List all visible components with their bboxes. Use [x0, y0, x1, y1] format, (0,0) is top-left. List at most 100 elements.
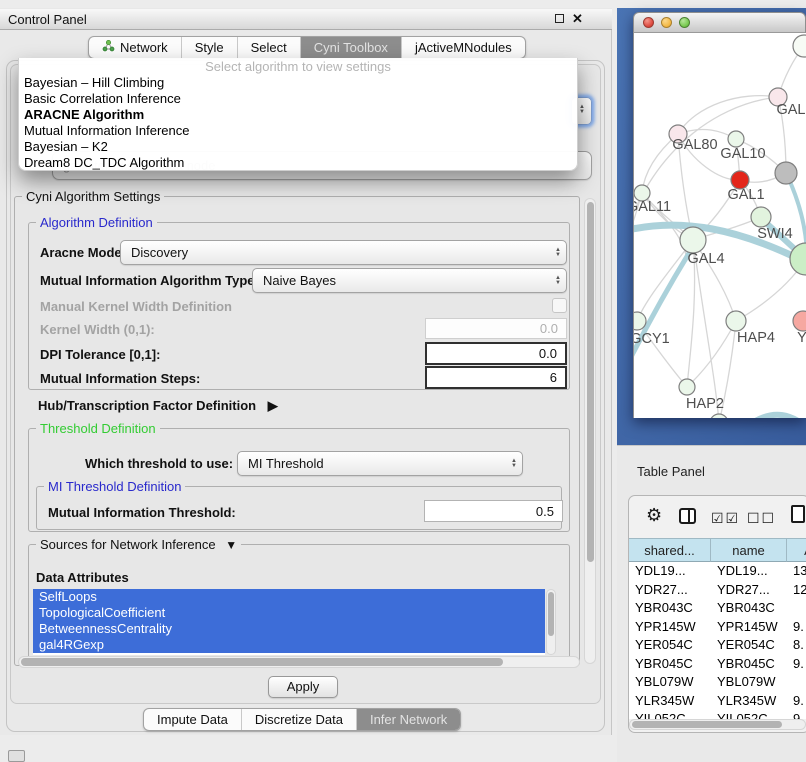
tab-impute-data[interactable]: Impute Data — [144, 709, 241, 730]
table-cell: YER054C — [629, 636, 711, 655]
network-node-gal10[interactable] — [728, 131, 744, 147]
network-node-label: HAP2 — [686, 396, 724, 412]
sources-group-title[interactable]: Sources for Network Inference ▼ — [36, 537, 241, 552]
table-row[interactable]: YPR145WYPR145W9. — [629, 618, 806, 637]
sources-list-scrollbar[interactable] — [546, 589, 556, 655]
network-node-hap4[interactable] — [726, 311, 746, 331]
data-attributes-list[interactable]: SelfLoopsTopologicalCoefficientBetweenne… — [33, 589, 545, 655]
table-row[interactable]: YDL19...YDL19...13 — [629, 562, 806, 581]
minimize-traffic-light[interactable] — [661, 17, 672, 28]
file-icon[interactable] — [791, 505, 805, 523]
manual-kernel-checkbox[interactable] — [552, 298, 567, 313]
tab-discretize-data[interactable]: Discretize Data — [241, 709, 356, 730]
tab-select[interactable]: Select — [237, 37, 300, 58]
mi-type-value: Naive Bayes — [263, 273, 336, 288]
aracne-mode-combo[interactable]: Discovery — [120, 240, 567, 265]
gear-icon[interactable]: ⚙ — [646, 505, 662, 526]
settings-vertical-scrollbar[interactable] — [584, 198, 596, 664]
deselect-all-icon[interactable]: ☐☐ — [747, 510, 776, 527]
tab-cyni-toolbox[interactable]: Cyni Toolbox — [300, 37, 401, 58]
table-row[interactable]: YBR043CYBR043C — [629, 599, 806, 618]
mi-steps-field[interactable]: 6 — [425, 366, 567, 389]
table-row[interactable]: YLR345WYLR345W9. — [629, 692, 806, 711]
network-node[interactable] — [710, 414, 728, 418]
table-rows: YDL19...YDL19...13YDR27...YDR27...12YBR0… — [629, 562, 806, 719]
tab-label: Cyni Toolbox — [314, 37, 388, 58]
sources-horizontal-scrollbar-thumb[interactable] — [21, 658, 503, 666]
collapsed-arrow-icon[interactable]: ▶ — [268, 398, 278, 413]
network-canvas[interactable]: GALGAL80GAL10GAL1GAL11SWI4GAL4HAP4YGCY1H… — [633, 33, 806, 418]
tab-infer-network[interactable]: Infer Network — [356, 709, 460, 730]
apply-button[interactable]: Apply — [268, 676, 338, 698]
select-all-icon[interactable]: ☑☑ — [711, 510, 740, 527]
data-attribute-item[interactable]: TopologicalCoefficient — [33, 605, 545, 621]
tab-network[interactable]: Network — [89, 37, 181, 58]
data-attribute-item[interactable]: BetweennessCentrality — [33, 621, 545, 637]
table-cell: YBR043C — [711, 599, 787, 618]
table-row[interactable]: YIL052CYIL052C9 — [629, 710, 806, 719]
mi-threshold-value: 0.5 — [536, 504, 554, 519]
minimized-panel-icon[interactable] — [8, 750, 25, 762]
table-cell: YBL079W — [629, 673, 711, 692]
control-panel-titlebar: Control Panel — [0, 8, 612, 30]
network-node-swi4[interactable] — [751, 207, 771, 227]
table-column-header[interactable]: name — [711, 538, 787, 562]
algorithm-option-aracne-algorithm[interactable]: ARACNE Algorithm — [19, 107, 577, 123]
zoom-traffic-light[interactable] — [679, 17, 690, 28]
table-row[interactable]: YDR27...YDR27...12 — [629, 581, 806, 600]
hub-section-label[interactable]: Hub/Transcription Factor Definition ▶ — [38, 398, 278, 414]
dpi-tolerance-value: 0.0 — [539, 346, 557, 361]
network-node-y[interactable] — [793, 311, 806, 331]
table-column-header[interactable]: shared... — [629, 538, 711, 562]
network-node-gcy1[interactable] — [634, 312, 646, 330]
network-view-window[interactable]: GALGAL80GAL10GAL1GAL11SWI4GAL4HAP4YGCY1H… — [633, 12, 806, 418]
algorithm-option-dream8-dc-tdc-algorithm[interactable]: Dream8 DC_TDC Algorithm — [19, 155, 577, 171]
close-panel-icon[interactable]: ✕ — [572, 11, 583, 27]
network-node-label: SWI4 — [757, 226, 792, 242]
table-cell: YIL052C — [711, 710, 787, 719]
algorithm-option-mutual-information-inference[interactable]: Mutual Information Inference — [19, 123, 577, 139]
network-node-gal4[interactable] — [680, 227, 706, 253]
network-node[interactable] — [793, 35, 806, 57]
settings-vertical-scrollbar-thumb[interactable] — [587, 202, 594, 562]
table-cell: YBR045C — [629, 655, 711, 674]
stepper-arrows-icon — [579, 105, 590, 115]
algorithm-option-bayesian-hill-climbing[interactable]: Bayesian – Hill Climbing — [19, 75, 577, 91]
dpi-tolerance-field[interactable]: 0.0 — [425, 342, 567, 365]
algorithm-dropdown-placeholder: Select algorithm to view settings — [19, 58, 577, 75]
dpi-tolerance-label: DPI Tolerance [0,1]: — [40, 347, 160, 362]
network-node[interactable] — [775, 162, 797, 184]
kernel-width-field[interactable]: 0.0 — [425, 318, 567, 339]
float-window-icon[interactable] — [555, 14, 564, 23]
mi-threshold-field[interactable]: 0.5 — [424, 500, 563, 522]
algorithm-option-basic-correlation-inference[interactable]: Basic Correlation Inference — [19, 91, 577, 107]
which-threshold-combo[interactable]: MI Threshold — [237, 451, 523, 476]
columns-icon[interactable] — [679, 508, 696, 524]
network-edge — [634, 245, 694, 367]
data-attribute-item[interactable]: gal4RGexp — [33, 637, 545, 653]
table-horizontal-scrollbar-thumb[interactable] — [632, 721, 782, 728]
table-row[interactable]: YBL079WYBL079W — [629, 673, 806, 692]
tab-style[interactable]: Style — [181, 37, 237, 58]
stepper-arrows-icon — [511, 459, 522, 469]
sources-list-scrollbar-thumb[interactable] — [548, 592, 554, 636]
tab-label: Infer Network — [370, 709, 447, 730]
data-attribute-item[interactable]: SelfLoops — [33, 589, 545, 605]
table-column-header[interactable]: A — [787, 538, 806, 562]
mi-type-combo[interactable]: Naive Bayes — [252, 268, 567, 293]
table-horizontal-scrollbar[interactable] — [629, 719, 806, 730]
expanded-arrow-icon[interactable]: ▼ — [225, 538, 237, 552]
sources-horizontal-scrollbar[interactable] — [18, 656, 580, 668]
network-window-titlebar[interactable] — [633, 12, 806, 33]
tab-jactivemnodules[interactable]: jActiveMNodules — [401, 37, 525, 58]
data-attributes-label: Data Attributes — [36, 570, 129, 585]
table-row[interactable]: YER054CYER054C8. — [629, 636, 806, 655]
table-cell: 9. — [787, 692, 806, 711]
table-cell: YLR345W — [711, 692, 787, 711]
algorithm-option-bayesian-k2[interactable]: Bayesian – K2 — [19, 139, 577, 155]
close-traffic-light[interactable] — [643, 17, 654, 28]
network-node-hap2[interactable] — [679, 379, 695, 395]
table-panel-title: Table Panel — [637, 464, 705, 479]
table-row[interactable]: YBR045CYBR045C9. — [629, 655, 806, 674]
control-panel-title: Control Panel — [8, 12, 87, 27]
